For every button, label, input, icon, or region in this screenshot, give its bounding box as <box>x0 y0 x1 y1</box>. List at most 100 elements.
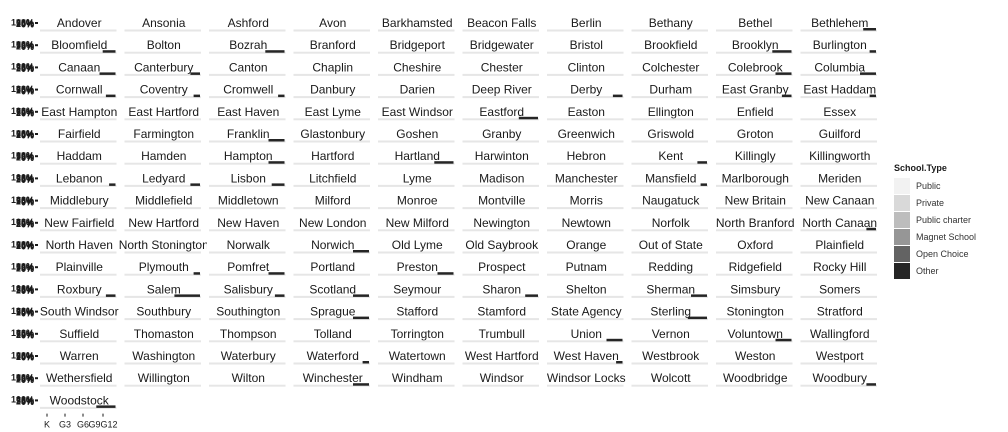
facet-panel: Brooklyn <box>714 38 796 54</box>
facet-strip-label: Haddam <box>57 149 102 163</box>
facet-panel: Hartland <box>376 149 458 165</box>
facet-strip-label: Plymouth <box>139 260 189 274</box>
bar-baseline <box>209 207 286 210</box>
bar-baseline <box>124 318 201 321</box>
facet-panel: Farmington <box>122 127 204 143</box>
bar-baseline <box>378 251 455 254</box>
facet-strip-label: Brookfield <box>644 38 697 52</box>
facet-panel: Woodbury <box>798 371 880 387</box>
bar-other <box>96 405 116 408</box>
bar-baseline <box>547 140 624 143</box>
bar-baseline <box>716 140 793 143</box>
bar-baseline <box>631 384 708 387</box>
facet-strip-label: Wolcott <box>651 371 691 385</box>
bar-baseline <box>800 96 877 99</box>
bar-baseline <box>547 318 624 321</box>
facet-panel: Canaan <box>38 60 120 76</box>
bar-other <box>353 383 369 386</box>
legend-key-open-choice <box>894 245 910 262</box>
bar-baseline <box>209 295 286 298</box>
facet-strip-label: Columbia <box>814 60 865 74</box>
facet-panel: Pomfret <box>207 260 289 276</box>
facet-grid-svg: 100%75%50%25%0%100%75%50%25%0%100%75%50%… <box>11 16 880 430</box>
facet-panel: Columbia <box>798 60 880 76</box>
bar-baseline <box>800 340 877 343</box>
y-tick-label: 0% <box>21 197 34 207</box>
facet-strip-label: South Windsor <box>40 305 119 319</box>
facet-strip-label: New Britain <box>725 194 786 208</box>
facet-strip-label: Fairfield <box>58 127 101 141</box>
y-tick-label: 0% <box>21 20 34 30</box>
facet-panel: Easton <box>545 104 627 121</box>
bar-baseline <box>40 29 117 32</box>
bar-baseline <box>124 229 201 232</box>
bar-other <box>434 161 454 164</box>
y-tick-label: 0% <box>21 42 34 52</box>
facet-strip-label: Danbury <box>310 83 355 97</box>
facet-strip-label: Suffield <box>59 327 99 341</box>
facet-strip-label: Bethany <box>649 16 693 30</box>
bar-baseline <box>462 384 539 387</box>
facet-strip-label: Scotland <box>309 282 356 296</box>
bar-baseline <box>716 384 793 387</box>
facet-panel: Newtown <box>545 215 627 232</box>
bar-baseline <box>378 384 455 387</box>
bar-baseline <box>631 251 708 254</box>
facet-panel: Haddam <box>38 149 120 165</box>
bar-baseline <box>716 318 793 321</box>
facet-panel: Bethlehem <box>798 16 880 32</box>
facet-strip-label: Sherman <box>646 282 695 296</box>
facet-strip-label: Killingly <box>735 149 776 163</box>
bar-baseline <box>124 118 201 121</box>
bar-baseline <box>547 51 624 54</box>
facet-panel: Chaplin <box>291 60 373 76</box>
facet-panel: Old Saybrook <box>460 238 542 254</box>
facet-panel: East Haven <box>207 104 289 121</box>
facet-strip-label: Thompson <box>220 327 277 341</box>
bar-baseline <box>124 207 201 210</box>
bar-other <box>775 338 792 342</box>
facet-panel: Naugatuck <box>629 193 711 210</box>
facet-panel: North Branford <box>714 215 796 232</box>
facet-strip-label: Mansfield <box>645 171 696 185</box>
bar-baseline <box>547 251 624 254</box>
bar-other <box>268 161 285 164</box>
legend-key-public <box>894 177 910 194</box>
facet-panel: Kent <box>629 149 711 165</box>
facet-strip-label: Bridgewater <box>470 38 534 52</box>
bar-baseline <box>800 229 877 232</box>
bar-baseline <box>800 295 877 298</box>
y-tick-label: 0% <box>21 308 34 318</box>
facet-strip-label: Westport <box>816 349 864 363</box>
bar-other <box>193 94 200 98</box>
facet-panel: Griswold <box>629 127 711 143</box>
facet-strip-label: Thomaston <box>134 327 194 341</box>
legend-label: Public charter <box>916 214 972 225</box>
facet-strip-label: Woodstock <box>50 393 110 407</box>
facet-strip-label: Avon <box>319 16 346 30</box>
facet-strip-label: Torrington <box>391 327 444 341</box>
bar-baseline <box>547 295 624 298</box>
facet-strip-label: Wallingford <box>810 327 870 341</box>
facet-panel: Killingworth <box>798 149 880 165</box>
bar-other <box>193 272 200 275</box>
bar-baseline <box>293 73 370 76</box>
facet-panel: Old Lyme <box>376 238 458 254</box>
facet-strip-label: Shelton <box>566 282 607 296</box>
facet-panel: Goshen <box>376 127 458 143</box>
bar-other <box>268 272 285 275</box>
facet-strip-label: Pomfret <box>227 260 270 274</box>
facet-panel: Norwalk <box>207 238 289 254</box>
facet-strip-label: Branford <box>310 38 356 52</box>
facet-panel: Bridgewater <box>460 38 542 54</box>
bar-baseline <box>547 162 624 165</box>
bar-other <box>700 183 707 186</box>
facet-panel: Norfolk <box>629 215 711 232</box>
bar-baseline <box>462 73 539 76</box>
bar-baseline <box>800 207 877 210</box>
y-tick-label: 0% <box>21 64 34 74</box>
x-tick-label: G6 <box>77 420 89 430</box>
facet-strip-label: Bloomfield <box>51 38 107 52</box>
facet-strip-label: Andover <box>57 16 102 30</box>
facet-strip-label: Ridgefield <box>729 260 782 274</box>
